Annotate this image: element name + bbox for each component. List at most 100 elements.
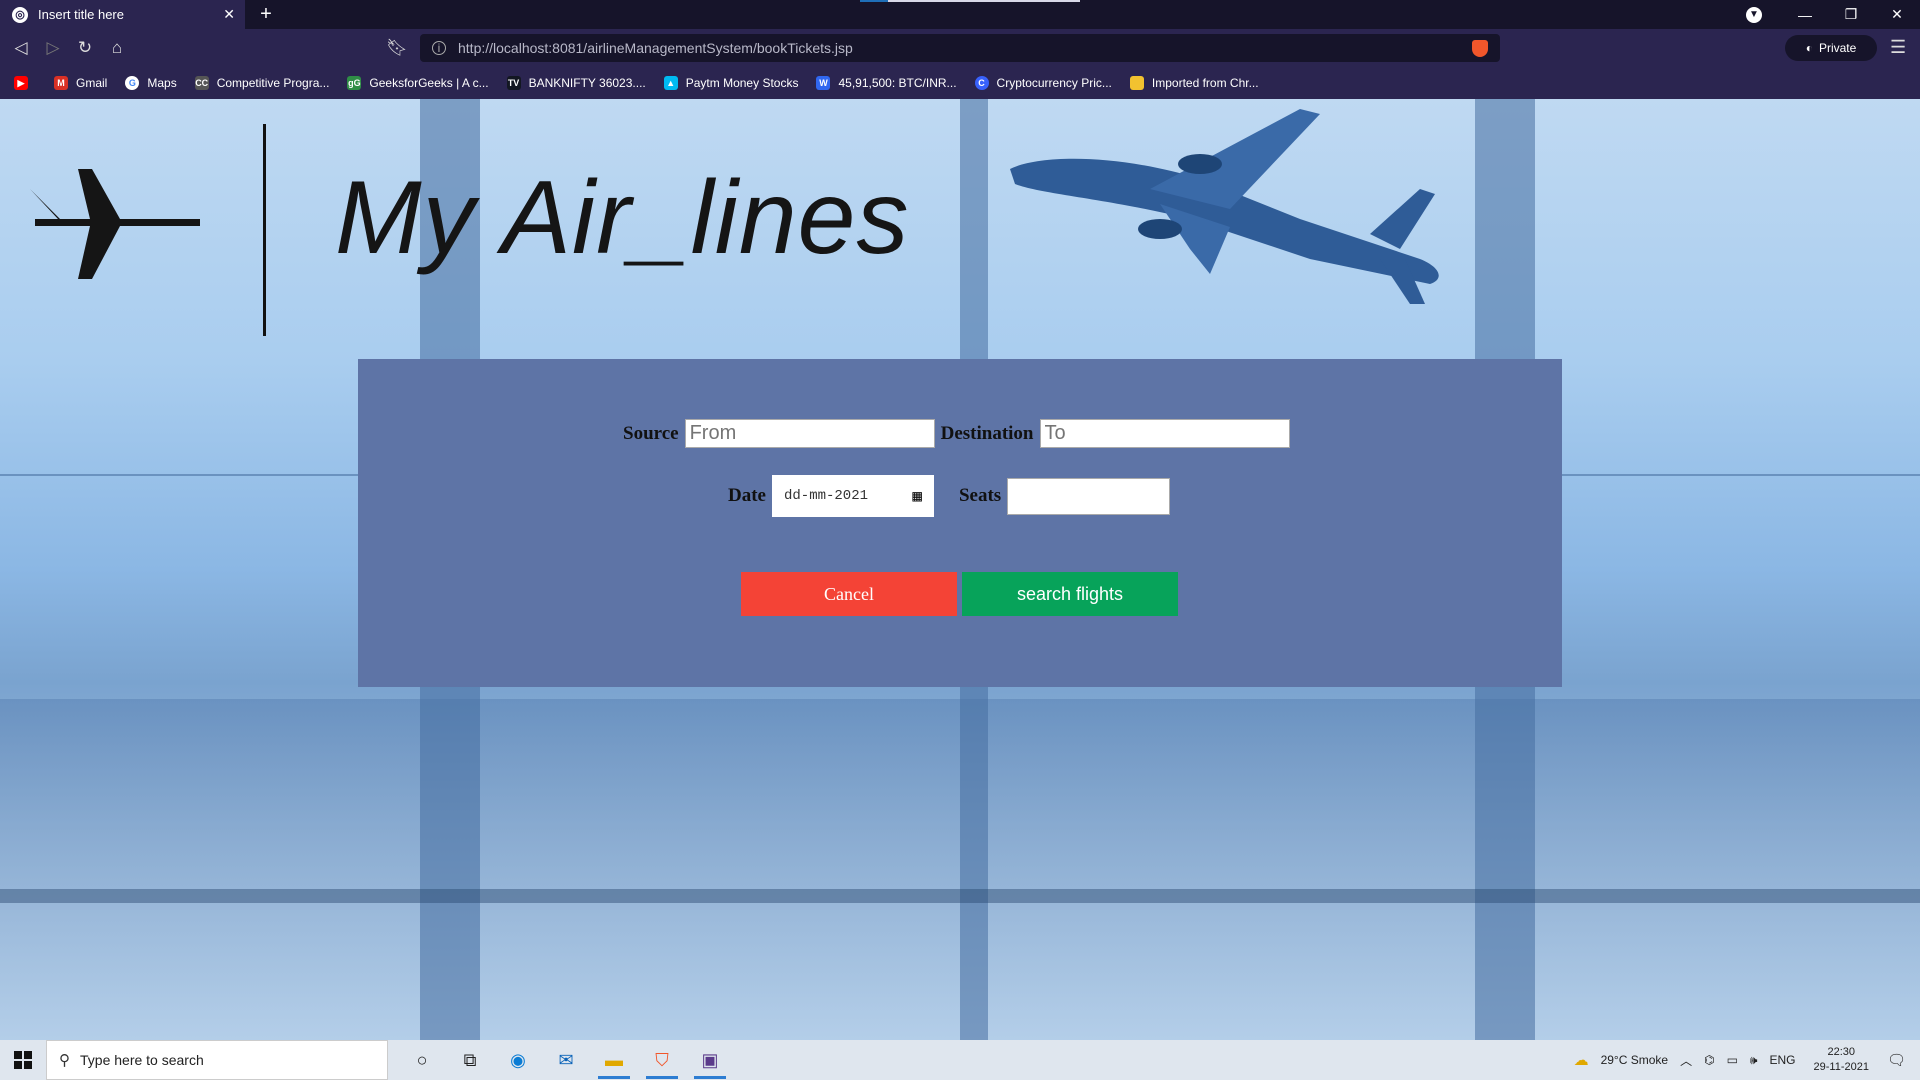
- page-content: My Air_lines Source Destination Date dd-…: [0, 99, 1920, 1040]
- cortana-icon[interactable]: ○: [398, 1040, 446, 1080]
- file-explorer-icon[interactable]: ▬: [590, 1040, 638, 1080]
- address-bar[interactable]: i http://localhost:8081/airlineManagemen…: [420, 34, 1500, 62]
- bookmark-label: GeeksforGeeks | A c...: [369, 76, 489, 90]
- bookmark-item[interactable]: CC Competitive Progra...: [194, 76, 330, 90]
- details-row: Date dd-mm-2021 ▦ Seats: [728, 475, 1171, 517]
- window-controls: ▼ — ❐ ✕: [1746, 0, 1920, 29]
- app-icon[interactable]: ▣: [686, 1040, 734, 1080]
- bookmark-item[interactable]: gG GeeksforGeeks | A c...: [347, 76, 489, 90]
- destination-input[interactable]: [1039, 419, 1290, 448]
- bookmark-label: 45,91,500: BTC/INR...: [838, 76, 957, 90]
- volume-icon[interactable]: 🕪︎: [1750, 1053, 1758, 1068]
- bookmark-label: Gmail: [76, 76, 108, 90]
- taskbar-search[interactable]: ⚲ Type here to search: [46, 1040, 388, 1080]
- taskbar-search-placeholder: Type here to search: [80, 1052, 204, 1068]
- bookmark-item[interactable]: Imported from Chr...: [1129, 76, 1259, 90]
- incognito-icon: ◐: [1805, 41, 1813, 55]
- clock-time: 22:30: [1827, 1046, 1855, 1058]
- reload-icon[interactable]: ↻: [74, 37, 96, 59]
- url-text: http://localhost:8081/airlineManagementS…: [458, 40, 853, 56]
- cc-icon: CC: [194, 76, 209, 90]
- clock[interactable]: 22:30 29-11-2021: [1814, 1045, 1869, 1075]
- bookmark-label: Maps: [147, 76, 177, 90]
- destination-label: Destination: [940, 422, 1034, 444]
- bookmark-label: Cryptocurrency Pric...: [996, 76, 1112, 90]
- bookmark-item[interactable]: TV BANKNIFTY 36023....: [506, 76, 646, 90]
- restore-button[interactable]: ❐: [1828, 6, 1874, 23]
- search-flights-button[interactable]: search flights: [962, 572, 1178, 616]
- source-input[interactable]: [684, 419, 935, 448]
- back-icon[interactable]: ◁: [10, 37, 32, 59]
- cancel-button[interactable]: Cancel: [741, 572, 957, 616]
- clock-date: 29-11-2021: [1813, 1061, 1869, 1073]
- private-label: Private: [1818, 41, 1857, 55]
- close-window-button[interactable]: ✕: [1874, 6, 1920, 23]
- brand-title: My Air_lines: [335, 160, 910, 276]
- browser-toolbar: ◁ ▷ ↻ ⌂ 🔖︎ i http://localhost:8081/airli…: [0, 29, 1920, 67]
- profile-icon[interactable]: ▼: [1746, 6, 1762, 23]
- gfg-icon: gG: [347, 76, 362, 90]
- brave-shield-icon[interactable]: [1472, 40, 1488, 57]
- close-tab-icon[interactable]: ✕: [223, 6, 235, 23]
- mail-icon[interactable]: ✉: [542, 1040, 590, 1080]
- tradingview-icon: TV: [506, 76, 521, 90]
- airplane-image: [1010, 109, 1439, 304]
- logo-divider: [263, 124, 266, 336]
- bookmark-icon[interactable]: 🔖︎: [386, 37, 408, 59]
- bookmark-item[interactable]: C Cryptocurrency Pric...: [974, 76, 1112, 90]
- bookmarks-bar: ▶ M Gmail G Maps CC Competitive Progra... g…: [0, 67, 1920, 99]
- paytm-icon: ▲: [663, 76, 678, 90]
- brave-icon[interactable]: ⛉: [638, 1040, 686, 1080]
- airplane-logo-icon: [30, 169, 200, 279]
- bookmark-label: BANKNIFTY 36023....: [528, 76, 646, 90]
- wazirx-icon: W: [816, 76, 831, 90]
- minimize-button[interactable]: —: [1782, 7, 1828, 23]
- windows-taskbar: ⚲ Type here to search ○ ⧉ ◉ ✉ ▬ ⛉ ▣ ☁ 29…: [0, 1040, 1920, 1080]
- date-input[interactable]: dd-mm-2021 ▦: [771, 475, 934, 517]
- task-view-icon[interactable]: ⧉: [446, 1040, 494, 1080]
- bookmark-item[interactable]: W 45,91,500: BTC/INR...: [816, 76, 957, 90]
- new-tab-button[interactable]: +: [255, 3, 277, 25]
- search-icon: ⚲: [59, 1052, 70, 1069]
- folder-icon: [1129, 76, 1144, 90]
- home-icon[interactable]: ⌂: [106, 37, 128, 59]
- forward-icon[interactable]: ▷: [42, 37, 64, 59]
- tab-strip-highlight: [888, 0, 1080, 2]
- battery-icon[interactable]: ▭: [1727, 1053, 1738, 1067]
- chevron-up-icon[interactable]: ︿: [1680, 1052, 1692, 1069]
- bookmark-label: Paytm Money Stocks: [685, 76, 799, 90]
- seats-label: Seats: [958, 485, 1002, 506]
- private-window-badge[interactable]: ◐ Private: [1785, 35, 1877, 61]
- tab-bar: ◎ Insert title here ✕ + ▼ — ❐ ✕: [0, 0, 1920, 29]
- route-row: Source Destination: [623, 419, 1290, 448]
- language-indicator[interactable]: ENG: [1769, 1053, 1795, 1067]
- google-icon: G: [125, 76, 140, 90]
- bookmark-item[interactable]: G Maps: [125, 76, 177, 90]
- bookmark-label: Competitive Progra...: [216, 76, 330, 90]
- background-rail: [0, 889, 1920, 903]
- start-button[interactable]: [0, 1040, 46, 1080]
- bookmark-item[interactable]: ▲ Paytm Money Stocks: [663, 76, 799, 90]
- system-tray: ☁ 29°C Smoke ︿ ⌬ ▭ 🕪︎ ENG 22:30 29-11-20…: [1568, 1040, 1920, 1080]
- bookmark-item[interactable]: M Gmail: [54, 76, 107, 90]
- menu-icon[interactable]: ☰: [1890, 37, 1906, 58]
- weather-icon: ☁: [1573, 1052, 1589, 1069]
- seats-input[interactable]: [1007, 477, 1171, 515]
- gmail-icon: M: [54, 76, 68, 90]
- site-logo: My Air_lines: [30, 124, 910, 339]
- date-label: Date: [728, 485, 766, 506]
- network-icon[interactable]: ⌬: [1704, 1053, 1714, 1067]
- bookmark-item[interactable]: ▶: [14, 76, 36, 90]
- youtube-icon: ▶: [14, 76, 28, 90]
- weather-text[interactable]: 29°C Smoke: [1601, 1053, 1669, 1067]
- edge-icon[interactable]: ◉: [494, 1040, 542, 1080]
- active-tab[interactable]: ◎ Insert title here ✕: [0, 0, 245, 29]
- bookmark-label: Imported from Chr...: [1151, 76, 1259, 90]
- notifications-icon[interactable]: 🗨︎: [1887, 1051, 1906, 1069]
- tab-title: Insert title here: [38, 7, 124, 22]
- date-value: dd-mm-2021: [783, 488, 868, 504]
- site-info-icon[interactable]: i: [432, 41, 446, 55]
- source-label: Source: [623, 422, 679, 444]
- calendar-icon[interactable]: ▦: [912, 486, 922, 506]
- coinmarketcap-icon: C: [974, 76, 989, 90]
